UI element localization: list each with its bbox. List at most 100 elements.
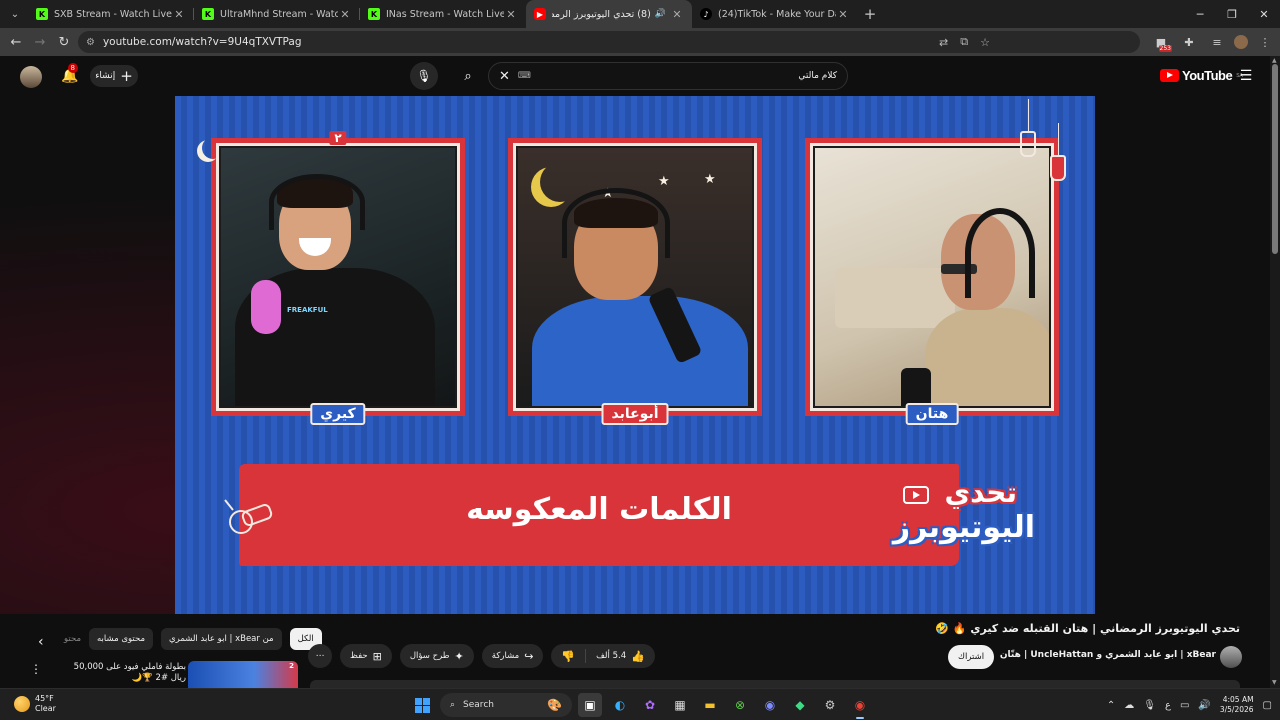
extensions-puzzle-icon[interactable]: ✚ xyxy=(1178,31,1200,53)
edge-icon[interactable]: ◐ xyxy=(608,693,632,717)
tab-search-menu-icon[interactable]: ⌄ xyxy=(2,4,28,24)
browser-tab[interactable]: K SXB Stream - Watch Live on Kick ✕ xyxy=(28,0,194,28)
clock-date: 3/5/2026 xyxy=(1219,705,1254,714)
browser-tab-active[interactable]: ▶ (8) تحدي اليوتيوبرز الرمضاني 🔊 ✕ xyxy=(526,0,692,28)
chip-partial[interactable]: محتو xyxy=(64,628,81,650)
notifications-icon[interactable]: ▢ xyxy=(1263,700,1272,711)
clear-search-icon[interactable]: ✕ xyxy=(499,69,510,84)
browser-tab-strip: ⌄ K SXB Stream - Watch Live on Kick ✕ K … xyxy=(0,0,1280,28)
cannon-icon xyxy=(224,499,273,534)
volume-icon[interactable]: 🔊 xyxy=(1198,700,1210,711)
account-avatar[interactable] xyxy=(20,66,42,88)
input-language[interactable]: ع xyxy=(1165,700,1171,711)
start-windows-icon[interactable] xyxy=(410,693,434,717)
more-icon: ⋯ xyxy=(315,651,325,661)
browser-tab[interactable]: K INas Stream - Watch Live on Kick ✕ xyxy=(360,0,526,28)
video-player[interactable]: ٢ FREAKFUL كيري ★ ★ ★ أبوعابد هتان الكلم… xyxy=(175,96,1095,614)
copilot-icon[interactable]: ✿ xyxy=(638,693,662,717)
search-input[interactable]: ✕ ⌨ كلام مالتي xyxy=(488,62,848,90)
keyboard-icon[interactable]: ⌨ xyxy=(518,71,531,81)
chrome-icon[interactable]: ◉ xyxy=(848,693,872,719)
youtube-favicon-icon: ▶ xyxy=(534,8,546,20)
kick-favicon-icon: K xyxy=(202,8,214,20)
weather-widget[interactable]: 45°F Clear xyxy=(14,694,56,714)
tab-close-icon[interactable]: ✕ xyxy=(504,8,518,21)
clock[interactable]: 4:05 AM 3/5/2026 xyxy=(1220,695,1254,715)
youtube-logo[interactable]: YouTube SA xyxy=(1160,68,1243,83)
site-info-icon[interactable]: ⚙ xyxy=(86,37,95,48)
save-button[interactable]: ⊞ حفظ xyxy=(340,644,392,668)
like-button[interactable]: 👍 5.4 ألف xyxy=(586,644,655,668)
minimize-icon[interactable]: ─ xyxy=(1184,0,1216,28)
scrollbar-thumb[interactable] xyxy=(1272,64,1278,254)
chips-scroll-left-icon[interactable]: ‹ xyxy=(38,634,44,650)
search-query: كلام مالتي xyxy=(798,71,837,81)
weather-desc: Clear xyxy=(35,704,56,713)
dislike-button[interactable]: 👎 xyxy=(551,644,585,668)
page-scrollbar[interactable]: ▲ ▼ xyxy=(1270,56,1280,688)
steam-icon[interactable]: ⚙ xyxy=(818,693,842,717)
youtube-wordmark: YouTube xyxy=(1182,68,1233,83)
chip-from-channel[interactable]: من xBear | ابو عابد الشمري xyxy=(161,628,282,650)
browser-tab[interactable]: K UltraMhnd Stream - Watch Live on Kick … xyxy=(194,0,360,28)
tab-audio-icon[interactable]: 🔊 xyxy=(655,9,666,19)
tiktok-favicon-icon: ♪ xyxy=(700,8,712,20)
microphone-icon xyxy=(901,368,931,406)
extension-icon[interactable]: ■ 253 xyxy=(1150,31,1172,53)
channel-avatar[interactable] xyxy=(1220,646,1242,668)
search-icon[interactable]: ⌕ xyxy=(456,64,480,88)
tab-close-icon[interactable]: ✕ xyxy=(172,8,186,21)
voice-search-mic-icon[interactable]: 🎙 xyxy=(410,62,438,90)
app-icon[interactable]: ◆ xyxy=(788,693,812,717)
profile-avatar[interactable] xyxy=(1234,35,1248,49)
reading-list-icon[interactable]: ≡ xyxy=(1206,31,1228,53)
subscribe-button[interactable]: اشتراك xyxy=(948,645,995,669)
browser-tab[interactable]: ♪ (24)TikTok - Make Your Day ✕ xyxy=(692,0,858,28)
notifications-bell-icon[interactable]: 🔔 8 xyxy=(60,63,80,86)
create-button[interactable]: إنشاء + xyxy=(90,65,138,87)
ask-label: طرح سؤال xyxy=(409,651,450,661)
onedrive-icon[interactable]: ☁ xyxy=(1124,700,1134,711)
restore-icon[interactable]: ❐ xyxy=(1216,0,1248,28)
tray-overflow-icon[interactable]: ⌃ xyxy=(1107,700,1115,711)
scroll-down-icon[interactable]: ▼ xyxy=(1272,680,1278,686)
reload-icon[interactable]: ↻ xyxy=(52,30,76,54)
address-bar[interactable]: ⚙ youtube.com/watch?v=9U4qTXVTPag ⇄ ⧉ ☆ xyxy=(78,31,1140,53)
clock-time: 4:05 AM xyxy=(1222,695,1254,704)
share-button[interactable]: ↪ مشاركة xyxy=(481,644,544,668)
more-actions-button[interactable]: ⋯ xyxy=(308,644,332,668)
open-in-app-icon[interactable]: ⧉ xyxy=(960,35,968,49)
tab-close-icon[interactable]: ✕ xyxy=(338,8,352,21)
taskbar-search[interactable]: ⌕ Search 🎨 xyxy=(440,693,572,717)
translate-icon[interactable]: ⇄ xyxy=(939,36,948,49)
suggestion-menu-icon[interactable]: ⋮ xyxy=(30,662,42,676)
suggestion-thumbnail[interactable]: 2 xyxy=(188,661,298,688)
tab-close-icon[interactable]: ✕ xyxy=(670,8,684,21)
task-view-icon[interactable]: ▣ xyxy=(578,693,602,717)
discord-icon[interactable]: ◉ xyxy=(758,693,782,717)
description-box[interactable] xyxy=(310,680,1240,688)
back-icon[interactable]: ← xyxy=(4,30,28,54)
suggestion-title[interactable]: بطولة فاملي فيود على 50,000 ريال #2 🏆🌙 xyxy=(56,662,186,684)
browser-toolbar: ← → ↻ ⚙ youtube.com/watch?v=9U4qTXVTPag … xyxy=(0,28,1280,56)
new-tab-button[interactable]: + xyxy=(858,5,882,23)
ask-button[interactable]: ✦ طرح سؤال xyxy=(399,644,474,668)
tab-close-icon[interactable]: ✕ xyxy=(836,8,850,21)
guide-menu-icon[interactable]: ☰ xyxy=(1236,66,1256,86)
streamer-frame-abuabed: ★ ★ ★ أبوعابد xyxy=(508,138,762,425)
close-window-icon[interactable]: ✕ xyxy=(1248,0,1280,28)
window-controls: ─ ❐ ✕ xyxy=(1184,0,1280,28)
xbox-icon[interactable]: ⊗ xyxy=(728,693,752,717)
network-icon[interactable]: ▭ xyxy=(1180,700,1189,711)
channel-names[interactable]: xBear | ابو عابد الشمري و UncleHattan | … xyxy=(1000,650,1216,660)
below-player: تحدي اليوتيوبرز الرمضاني | هتان القتبله … xyxy=(0,614,1270,688)
browser-menu-icon[interactable]: ⋮ xyxy=(1254,31,1276,53)
file-explorer-icon[interactable]: ▬ xyxy=(698,693,722,717)
mic-tray-icon[interactable]: 🎙 xyxy=(1143,700,1156,711)
bookmark-star-icon[interactable]: ☆ xyxy=(980,36,990,49)
url-text: youtube.com/watch?v=9U4qTXVTPag xyxy=(102,36,302,48)
chip-related[interactable]: محتوى مشابه xyxy=(89,628,153,650)
store-icon[interactable]: ▦ xyxy=(668,693,692,717)
system-tray: ⌃ ☁ 🎙 ع ▭ 🔊 4:05 AM 3/5/2026 ▢ xyxy=(1107,693,1272,717)
forward-icon[interactable]: → xyxy=(28,30,52,54)
